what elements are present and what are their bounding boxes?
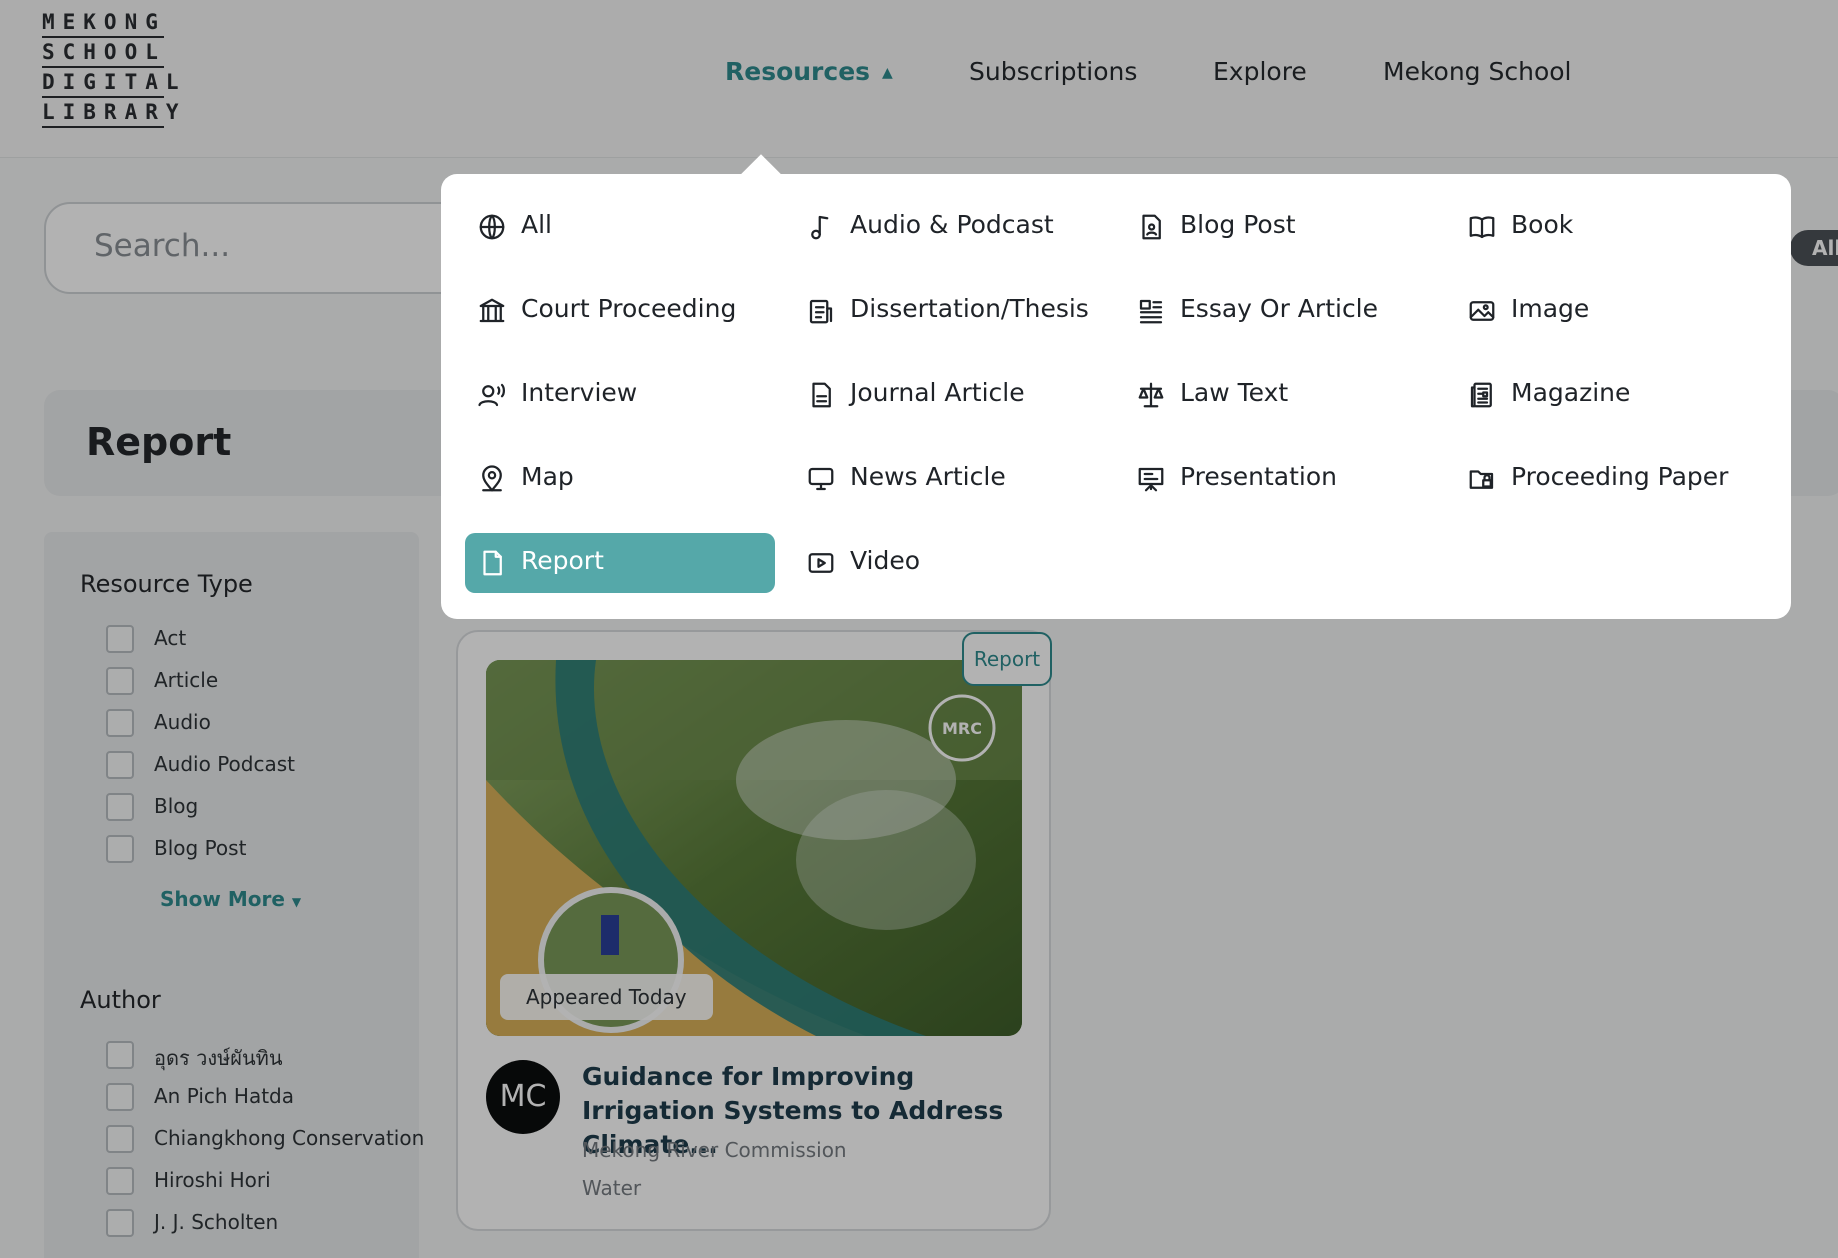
dropdown-item-label: Blog Post (1180, 210, 1296, 239)
dropdown-item-map[interactable]: Map (465, 449, 775, 509)
dropdown-item-dissertation-thesis[interactable]: Dissertation/Thesis (794, 281, 1104, 341)
magazine-icon (1467, 380, 1497, 410)
courthouse-icon (477, 296, 507, 326)
dropdown-item-label: Journal Article (850, 378, 1025, 407)
dropdown-item-image[interactable]: Image (1455, 281, 1765, 341)
book-icon (1467, 212, 1497, 242)
dropdown-item-label: Magazine (1511, 378, 1631, 407)
dropdown-item-report[interactable]: Report (465, 533, 775, 593)
monitor-icon (806, 464, 836, 494)
dropdown-item-label: All (521, 210, 552, 239)
dropdown-item-journal-article[interactable]: Journal Article (794, 365, 1104, 425)
article-lines-icon (1136, 296, 1166, 326)
dropdown-item-label: Dissertation/Thesis (850, 294, 1089, 323)
dropdown-item-label: Presentation (1180, 462, 1338, 491)
dropdown-item-label: Law Text (1180, 378, 1289, 407)
dropdown-item-all[interactable]: All (465, 197, 775, 257)
resources-dropdown: All Audio & Podcast Blog Post Book Court… (441, 174, 1791, 619)
dropdown-item-book[interactable]: Book (1455, 197, 1765, 257)
dropdown-item-label: Interview (521, 378, 638, 407)
dropdown-item-audio-podcast[interactable]: Audio & Podcast (794, 197, 1104, 257)
thesis-icon (806, 296, 836, 326)
presentation-icon (1136, 464, 1166, 494)
document-icon (806, 380, 836, 410)
dropdown-item-label: Audio & Podcast (850, 210, 1054, 239)
dropdown-item-label: Image (1511, 294, 1590, 323)
dropdown-item-magazine[interactable]: Magazine (1455, 365, 1765, 425)
dropdown-item-label: Court Proceeding (521, 294, 737, 323)
dropdown-item-law-text[interactable]: Law Text (1124, 365, 1434, 425)
dropdown-item-label: Video (850, 546, 921, 575)
dropdown-item-news-article[interactable]: News Article (794, 449, 1104, 509)
dropdown-item-video[interactable]: Video (794, 533, 1104, 593)
dropdown-item-label: News Article (850, 462, 1006, 491)
dropdown-item-essay-article[interactable]: Essay Or Article (1124, 281, 1434, 341)
video-icon (806, 548, 836, 578)
report-icon (477, 548, 507, 578)
dropdown-item-presentation[interactable]: Presentation (1124, 449, 1434, 509)
dropdown-item-interview[interactable]: Interview (465, 365, 775, 425)
dropdown-item-court-proceeding[interactable]: Court Proceeding (465, 281, 775, 341)
scales-icon (1136, 380, 1166, 410)
interview-icon (477, 380, 507, 410)
dropdown-item-label: Report (521, 546, 604, 575)
dropdown-item-label: Essay Or Article (1180, 294, 1379, 323)
music-note-icon (806, 212, 836, 242)
map-pin-icon (477, 464, 507, 494)
dropdown-item-label: Map (521, 462, 574, 491)
dropdown-item-label: Book (1511, 210, 1574, 239)
blog-post-icon (1136, 212, 1166, 242)
dropdown-item-blog-post[interactable]: Blog Post (1124, 197, 1434, 257)
dropdown-item-label: Proceeding Paper (1511, 462, 1729, 491)
globe-icon (477, 212, 507, 242)
folder-lock-icon (1467, 464, 1497, 494)
image-icon (1467, 296, 1497, 326)
dropdown-item-proceeding-paper[interactable]: Proceeding Paper (1455, 449, 1765, 509)
